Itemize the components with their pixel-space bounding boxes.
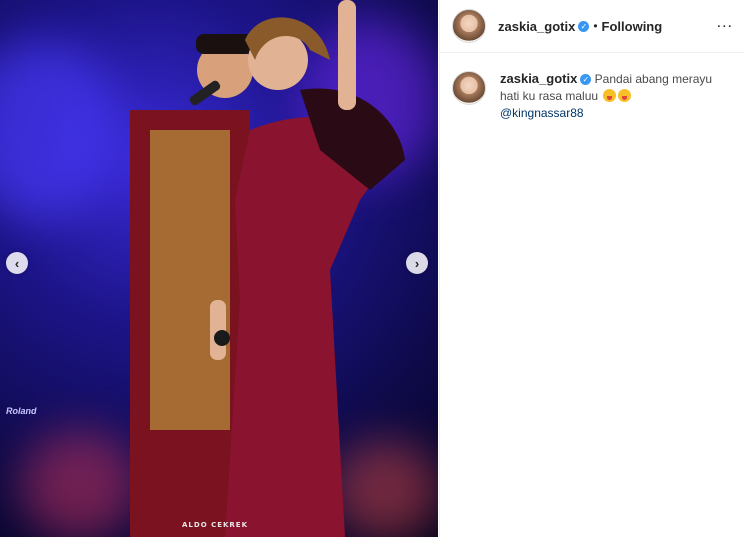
post-header: zaskia_gotix ✓ • Following ... bbox=[440, 0, 744, 53]
header-username[interactable]: zaskia_gotix bbox=[498, 19, 575, 34]
previous-photo-button[interactable]: ‹ bbox=[6, 252, 28, 274]
man-hair bbox=[196, 34, 254, 54]
post-side-panel: zaskia_gotix ✓ • Following ... zaskia_go… bbox=[439, 0, 744, 537]
caption-username[interactable]: zaskia_gotix bbox=[500, 71, 577, 86]
chevron-right-icon: › bbox=[414, 255, 420, 271]
chevron-left-icon: ‹ bbox=[14, 255, 20, 271]
woman-raised-arm bbox=[338, 0, 356, 110]
mention-link[interactable]: @kingnassar88 bbox=[500, 106, 584, 120]
tongue-emoji-icon bbox=[618, 89, 632, 102]
verified-icon: ✓ bbox=[578, 20, 590, 32]
next-photo-button[interactable]: › bbox=[406, 252, 428, 274]
post-photo[interactable]: Roland ALDO CEKREK ‹ › bbox=[0, 0, 438, 537]
stage-brand-label: Roland bbox=[6, 406, 37, 416]
avatar[interactable] bbox=[452, 9, 486, 43]
performers-illustration bbox=[130, 0, 405, 537]
verified-icon: ✓ bbox=[580, 74, 592, 85]
woman-lower-arm bbox=[210, 300, 226, 360]
separator-dot: • bbox=[593, 19, 598, 33]
more-options-icon[interactable]: ... bbox=[717, 14, 733, 32]
following-button[interactable]: Following bbox=[602, 19, 663, 34]
avatar[interactable] bbox=[452, 71, 486, 105]
caption-body: zaskia_gotix ✓ Pandai abang merayu hati k… bbox=[500, 70, 733, 122]
tongue-emoji-icon bbox=[603, 89, 617, 102]
man-embroidery bbox=[150, 130, 230, 430]
caption-comment: zaskia_gotix ✓ Pandai abang merayu hati k… bbox=[440, 53, 744, 122]
photo-watermark: ALDO CEKREK bbox=[182, 521, 249, 529]
woman-microphone bbox=[214, 330, 230, 346]
